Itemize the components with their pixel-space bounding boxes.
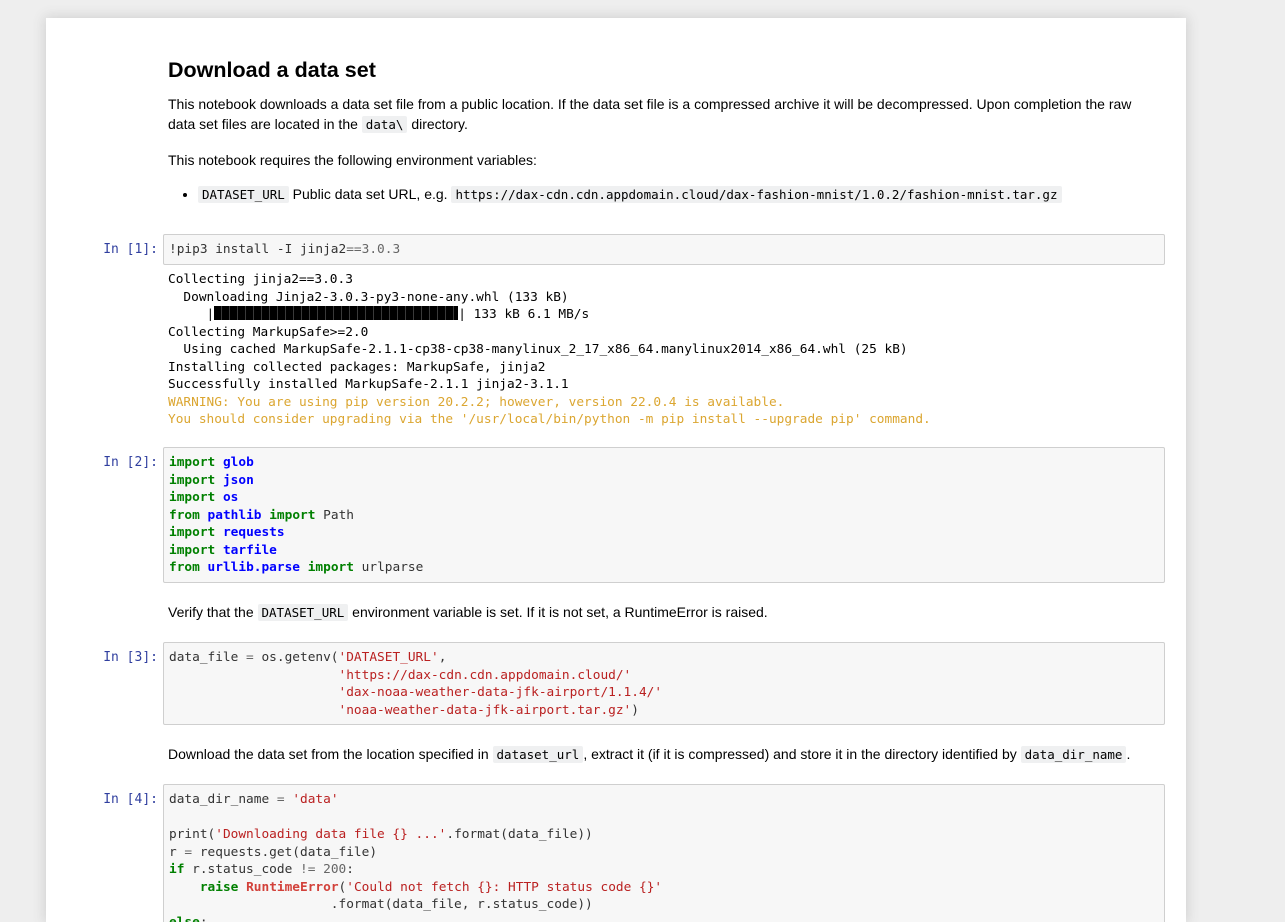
cell3-input[interactable]: data_file = os.getenv('DATASET_URL', 'ht…	[163, 642, 1165, 725]
intro-paragraph: This notebook downloads a data set file …	[168, 94, 1148, 135]
dataset-url-var-code: dataset_url	[492, 746, 584, 763]
intro-text: This notebook downloads a data set file …	[168, 96, 1132, 132]
cell3-code[interactable]: data_file = os.getenv('DATASET_URL', 'ht…	[164, 643, 1164, 724]
cell1-input[interactable]: !pip3 install -I jinja2==3.0.3	[163, 234, 1165, 265]
pip-upgrade-hint: You should consider upgrading via the '/…	[168, 412, 931, 427]
pip-warning-line: WARNING: You are using pip version 20.2.…	[168, 394, 785, 410]
cell4-input[interactable]: data_dir_name = 'data' print('Downloadin…	[163, 784, 1165, 922]
env-requirements-paragraph: This notebook requires the following env…	[168, 152, 537, 168]
verify-paragraph: Verify that the DATASET_URL environment …	[168, 604, 768, 621]
intro-markdown-cell[interactable]: Download a data set This notebook downlo…	[168, 56, 1148, 205]
env-var-item: DATASET_URL Public data set URL, e.g. ht…	[198, 184, 1148, 205]
download-markdown-cell[interactable]: Download the data set from the location …	[168, 744, 1148, 765]
env-var-example-url: https://dax-cdn.cdn.appdomain.cloud/dax-…	[451, 186, 1062, 203]
cell1-output: Collecting jinja2==3.0.3 Downloading Jin…	[168, 272, 931, 427]
intro-text-end: directory.	[407, 116, 468, 132]
cell4-prompt: In [4]:	[103, 792, 158, 807]
cell4-code[interactable]: data_dir_name = 'data' print('Downloadin…	[164, 785, 1164, 922]
cell1-prompt: In [1]:	[103, 242, 158, 257]
download-progress-bar	[214, 306, 459, 320]
verify-markdown-cell[interactable]: Verify that the DATASET_URL environment …	[168, 602, 1148, 623]
env-var-list: DATASET_URL Public data set URL, e.g. ht…	[168, 184, 1148, 205]
notebook-heading: Download a data set	[168, 58, 376, 82]
cell2-input[interactable]: import glob import json import os from p…	[163, 447, 1165, 583]
download-paragraph: Download the data set from the location …	[168, 746, 1131, 763]
cell1-code[interactable]: !pip3 install -I jinja2==3.0.3	[164, 235, 1164, 264]
data-dir-code: data\	[361, 116, 408, 133]
dataset-url-code: DATASET_URL	[257, 604, 349, 621]
cell3-prompt: In [3]:	[103, 650, 158, 665]
notebook-page: Download a data set This notebook downlo…	[46, 18, 1186, 922]
env-var-desc: Public data set URL, e.g.	[288, 186, 452, 202]
env-var-name: DATASET_URL	[198, 186, 289, 203]
data-dir-name-code: data_dir_name	[1020, 746, 1127, 763]
cell2-code[interactable]: import glob import json import os from p…	[164, 448, 1164, 582]
cell2-prompt: In [2]:	[103, 455, 158, 470]
